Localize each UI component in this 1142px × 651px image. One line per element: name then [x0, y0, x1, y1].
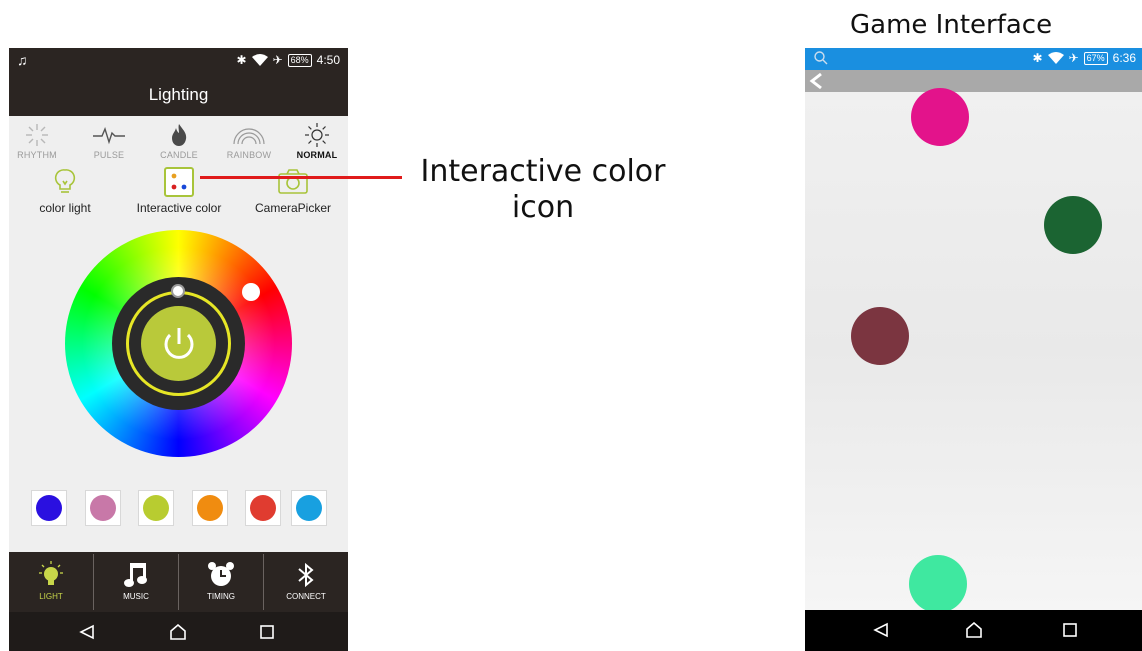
mode-label: RHYTHM — [17, 150, 57, 160]
airplane-icon: ✈ — [1068, 51, 1079, 65]
swatch-color — [250, 495, 276, 521]
music-notification-icon: ♫ — [17, 52, 28, 68]
swatch-color — [143, 495, 169, 521]
back-button[interactable] — [861, 610, 901, 649]
callout-line1: Interactive color — [420, 154, 666, 189]
wifi-icon — [251, 54, 268, 66]
recents-square-icon — [1063, 622, 1077, 637]
back-bar — [805, 70, 1142, 92]
recents-button[interactable] — [247, 612, 287, 651]
airplane-icon: ✈ — [272, 53, 283, 67]
game-ball[interactable] — [911, 88, 969, 146]
nav-label: LIGHT — [39, 592, 63, 601]
mode-label: RAINBOW — [226, 150, 272, 160]
flame-icon — [149, 120, 209, 150]
status-bar: ♫ ✱ ✈ 68% 4:50 — [9, 48, 348, 74]
mode-label: NORMAL — [296, 150, 338, 160]
nav-label: CONNECT — [286, 592, 326, 601]
nav-music[interactable]: MUSIC — [94, 552, 178, 612]
system-nav-bar — [805, 610, 1142, 651]
game-ball[interactable] — [1044, 196, 1102, 254]
mode-rainbow[interactable]: RAINBOW — [219, 120, 279, 160]
search-icon — [814, 51, 828, 65]
system-nav-bar — [9, 612, 348, 651]
game-ball[interactable] — [909, 555, 967, 613]
interactive-color-tool[interactable]: Interactive color — [129, 166, 229, 215]
music-note-icon — [94, 552, 178, 590]
recents-button[interactable] — [1050, 610, 1090, 649]
mode-candle[interactable]: CANDLE — [149, 120, 209, 160]
pulse-icon — [79, 120, 139, 150]
nav-label: MUSIC — [123, 592, 149, 601]
home-icon — [966, 621, 982, 638]
tool-label: Interactive color — [136, 201, 222, 215]
tool-row: color light Interactive color CameraPick… — [9, 166, 348, 218]
preset-swatches — [29, 490, 329, 528]
sparkle-icon — [9, 120, 67, 150]
color-light-tool[interactable]: color light — [33, 166, 97, 215]
alarm-clock-icon — [179, 552, 263, 590]
tool-label: CameraPicker — [254, 201, 332, 215]
recents-square-icon — [260, 624, 274, 639]
back-triangle-icon — [79, 624, 94, 639]
bulb-icon — [33, 166, 97, 198]
bottom-nav: LIGHT MUSIC TIMING CONNECT — [9, 552, 348, 612]
swatch[interactable] — [291, 490, 327, 526]
mode-label: PULSE — [93, 150, 125, 160]
tool-label: color light — [39, 201, 91, 215]
bluetooth-status-icon: ✱ — [1032, 51, 1043, 65]
callout-label: Interactive color icon — [408, 154, 678, 226]
game-interface-caption: Game Interface — [850, 10, 1053, 40]
swatch[interactable] — [138, 490, 174, 526]
status-time: 6:36 — [1112, 51, 1136, 65]
swatch[interactable] — [192, 490, 228, 526]
power-icon — [164, 327, 193, 359]
callout-line2: icon — [511, 190, 575, 225]
back-triangle-icon — [873, 622, 888, 637]
power-button[interactable] — [141, 306, 216, 381]
swatch-color — [90, 495, 116, 521]
brightness-knob[interactable] — [171, 284, 185, 298]
callout-line — [200, 176, 402, 179]
sun-icon — [287, 120, 347, 150]
home-button[interactable] — [954, 610, 994, 649]
battery-indicator: 68% — [287, 53, 312, 67]
lighting-phone-screen: ♫ ✱ ✈ 68% 4:50 Lighting RHYTHM PULSE CAN… — [9, 48, 348, 651]
mode-selector: RHYTHM PULSE CANDLE RAINBOW NORMAL — [9, 120, 348, 168]
swatch[interactable] — [85, 490, 121, 526]
interactive-color-icon — [129, 166, 229, 198]
mode-pulse[interactable]: PULSE — [79, 120, 139, 160]
nav-light[interactable]: LIGHT — [9, 552, 93, 612]
battery-indicator: 67% — [1083, 51, 1108, 65]
swatch[interactable] — [31, 490, 67, 526]
page-title: Lighting — [9, 74, 348, 116]
mode-normal[interactable]: NORMAL — [287, 120, 347, 160]
color-picker-knob[interactable] — [242, 283, 260, 301]
back-button[interactable] — [67, 612, 107, 651]
swatch-color — [197, 495, 223, 521]
nav-connect[interactable]: CONNECT — [264, 552, 348, 612]
back-chevron-icon[interactable] — [808, 71, 824, 91]
swatch-color — [36, 495, 62, 521]
nav-timing[interactable]: TIMING — [179, 552, 263, 612]
color-wheel[interactable] — [65, 230, 292, 457]
camera-picker-tool[interactable]: CameraPicker — [245, 166, 341, 215]
status-bar: ✱ ✈ 67% 6:36 — [805, 48, 1142, 70]
swatch-color — [296, 495, 322, 521]
bluetooth-icon — [264, 552, 348, 590]
rainbow-icon — [219, 120, 279, 150]
mode-rhythm[interactable]: RHYTHM — [9, 120, 67, 160]
home-icon — [170, 623, 186, 640]
game-phone-screen: ✱ ✈ 67% 6:36 — [805, 48, 1142, 651]
bluetooth-status-icon: ✱ — [236, 53, 247, 67]
status-time: 4:50 — [316, 53, 340, 67]
bulb-icon — [9, 552, 93, 590]
game-ball[interactable] — [851, 307, 909, 365]
swatch[interactable] — [245, 490, 281, 526]
mode-label: CANDLE — [160, 150, 198, 160]
camera-icon — [245, 166, 341, 198]
wifi-icon — [1047, 52, 1064, 64]
nav-label: TIMING — [207, 592, 235, 601]
home-button[interactable] — [158, 612, 198, 651]
